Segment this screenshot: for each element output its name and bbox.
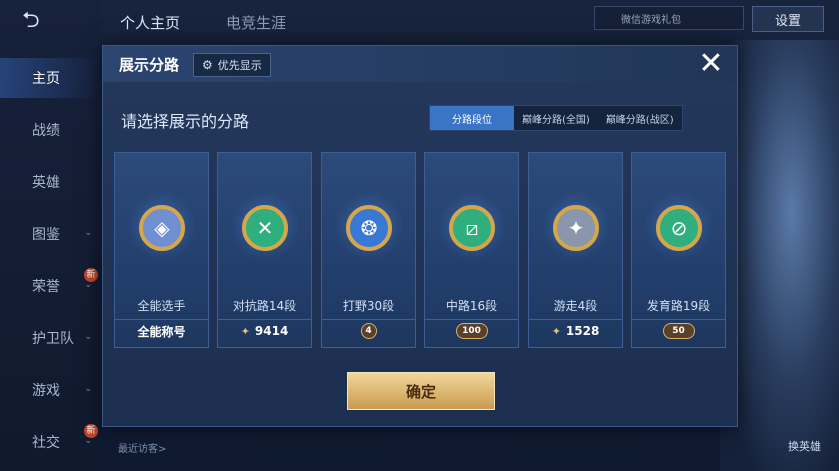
- tab-lane-rank[interactable]: 分路段位: [430, 106, 514, 130]
- back-arrow-icon[interactable]: ⮌: [22, 8, 62, 34]
- sidebar-item[interactable]: 战绩: [0, 110, 102, 150]
- lane-score: ✦ 9414: [218, 319, 311, 342]
- sidebar-item[interactable]: 图鉴 ⌄: [0, 214, 102, 254]
- lane-rank-label: 发育路19段: [646, 299, 711, 313]
- points-icon: ✦: [551, 324, 561, 338]
- sidebar-item-label: 护卫队: [32, 331, 74, 347]
- star-badge: 50: [662, 323, 695, 339]
- sidebar-item[interactable]: 游戏 ⌄: [0, 370, 102, 410]
- lane-rank-label: 游走4段: [553, 299, 598, 313]
- star-badge: 4: [360, 323, 377, 339]
- lane-rank-label: 对抗路14段: [232, 299, 297, 313]
- lane-score: 50: [632, 319, 725, 342]
- roam-emblem-icon: ✦: [553, 205, 599, 251]
- chevron-down-icon: ⌄: [84, 384, 92, 394]
- lane-score: 100: [425, 319, 518, 342]
- settings-button[interactable]: 设置: [752, 6, 824, 32]
- lane-score: ✦ 1528: [529, 319, 622, 342]
- gear-icon: ⚙: [202, 58, 213, 72]
- lane-rank-label: 中路16段: [445, 299, 498, 313]
- mid-lane-emblem-icon: ⧄: [449, 205, 495, 251]
- all-round-emblem-icon: ◈: [139, 205, 185, 251]
- sidebar-item-label: 战绩: [32, 123, 60, 139]
- recent-visitors-link[interactable]: 最近访客>: [118, 440, 166, 455]
- lane-rank-label: 打野30段: [342, 299, 395, 313]
- user-info-box[interactable]: 微信游戏礼包: [594, 6, 744, 30]
- tab-peak-region[interactable]: 巅峰分路(战区): [598, 106, 682, 130]
- lane-rank-label: 全能选手: [137, 299, 186, 313]
- sidebar-item[interactable]: 护卫队 ⌄: [0, 318, 102, 358]
- tab-peak-national[interactable]: 巅峰分路(全国): [514, 106, 598, 130]
- lane-card[interactable]: ✦ 游走4段 ✦ 1528: [528, 152, 623, 348]
- close-icon[interactable]: ✕: [697, 49, 725, 79]
- star-badge: 100: [455, 323, 488, 339]
- left-nav: ⮌ 主页 战绩 英雄 图鉴 ⌄ 荣誉 ⌄ 新护卫队 ⌄ 游戏 ⌄ 社交 ⌄ 新: [0, 0, 102, 471]
- tab-profile[interactable]: 个人主页: [120, 12, 180, 33]
- user-text: 微信游戏礼包: [621, 14, 681, 26]
- sidebar-item-label: 游戏: [32, 383, 60, 399]
- new-badge: 新: [84, 424, 98, 438]
- chevron-down-icon: ⌄: [84, 228, 92, 238]
- farm-lane-emblem-icon: ⊘: [656, 205, 702, 251]
- lane-card[interactable]: ✕ 对抗路14段 ✦ 9414: [217, 152, 312, 348]
- lane-display-modal: 展示分路 ⚙ 优先显示 ✕ 请选择展示的分路 分路段位 巅峰分路(全国) 巅峰分…: [102, 45, 738, 427]
- lane-score: 全能称号: [115, 319, 208, 342]
- chevron-down-icon: ⌄: [84, 332, 92, 342]
- modal-title: 展示分路: [119, 56, 180, 74]
- modal-header: 展示分路 ⚙ 优先显示 ✕: [103, 46, 737, 82]
- title-label: 全能称号: [137, 324, 186, 339]
- clash-lane-emblem-icon: ✕: [242, 205, 288, 251]
- swap-hero-button[interactable]: 换英雄: [788, 438, 821, 454]
- points-value: 9414: [254, 324, 289, 338]
- sidebar-item-label: 社交: [32, 435, 60, 451]
- points-value: 1528: [565, 324, 600, 338]
- lane-card-list: ◈ 全能选手全能称号 ✕ 对抗路14段 ✦ 9414 ❂ 打野30段 4 ⧄ 中路16段 100 ✦ 游走…: [114, 152, 727, 348]
- sidebar-item-label: 英雄: [32, 175, 60, 191]
- lane-card[interactable]: ⊘ 发育路19段 50: [631, 152, 726, 348]
- points-icon: ✦: [240, 324, 250, 338]
- lane-card[interactable]: ⧄ 中路16段 100: [424, 152, 519, 348]
- lane-card[interactable]: ◈ 全能选手全能称号: [114, 152, 209, 348]
- modal-subtitle: 请选择展示的分路: [121, 112, 250, 131]
- jungle-emblem-icon: ❂: [346, 205, 392, 251]
- new-badge: 新: [84, 268, 98, 282]
- lane-tab-group: 分路段位 巅峰分路(全国) 巅峰分路(战区): [429, 105, 683, 131]
- tab-esports[interactable]: 电竞生涯: [226, 12, 286, 33]
- lane-score: 4: [322, 319, 415, 342]
- sidebar-item-label: 主页: [32, 71, 60, 87]
- priority-display-label: 优先显示: [217, 59, 262, 72]
- sidebar-item-label: 图鉴: [32, 227, 60, 243]
- sidebar-item-label: 荣誉: [32, 279, 60, 295]
- lane-card[interactable]: ❂ 打野30段 4: [321, 152, 416, 348]
- confirm-button[interactable]: 确定: [347, 372, 495, 410]
- sidebar-item[interactable]: 主页: [0, 58, 102, 98]
- priority-display-button[interactable]: ⚙ 优先显示: [193, 53, 271, 77]
- sidebar-item[interactable]: 英雄: [0, 162, 102, 202]
